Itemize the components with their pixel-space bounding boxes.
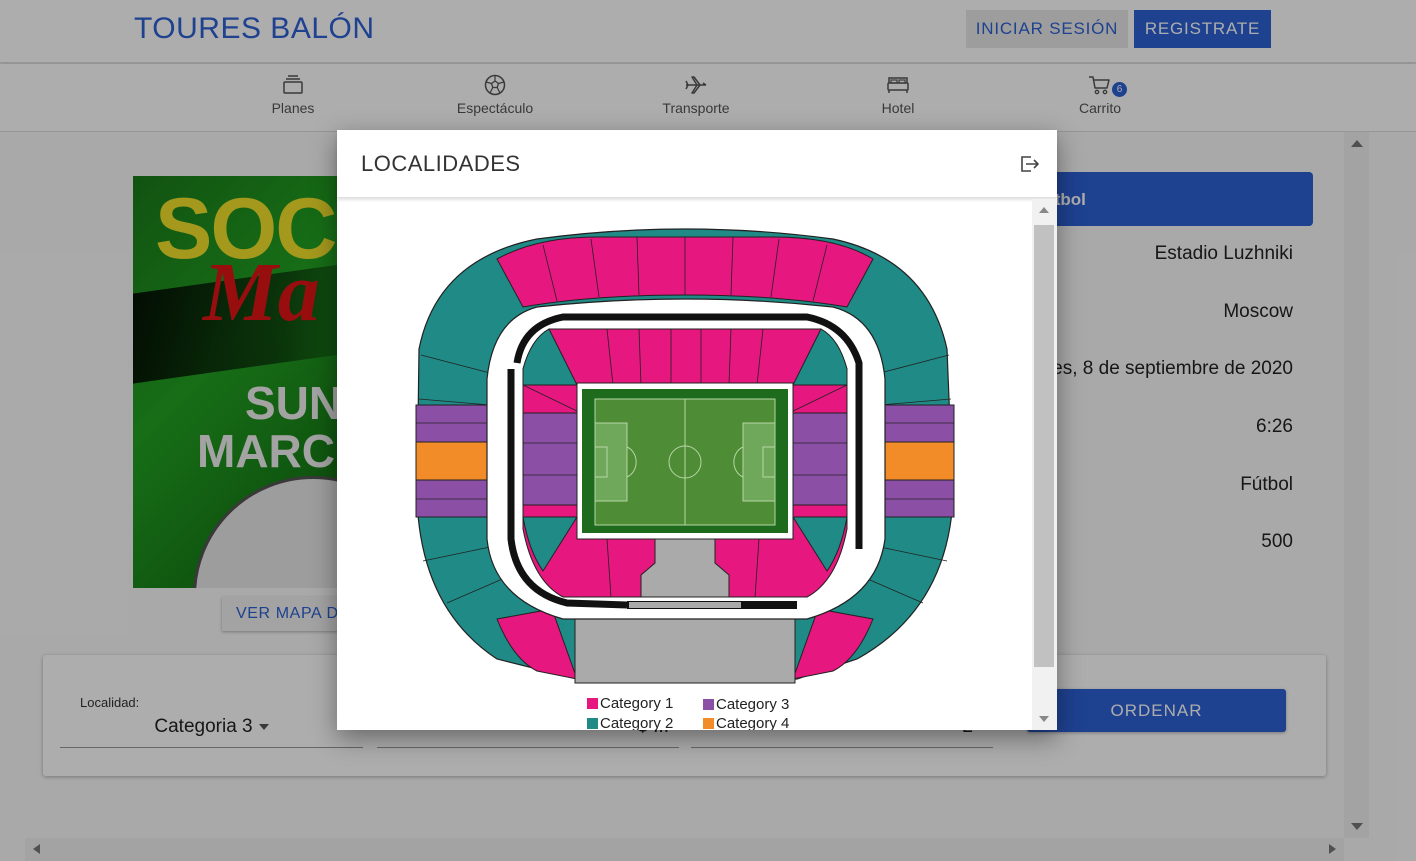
exit-icon[interactable] [1017,152,1041,176]
legend-category-4: Category 4 [703,715,789,730]
dialog-body: Category 1 Category 3 Category 2 Categor… [337,199,1032,730]
dialog-title: LOCALIDADES [361,151,521,176]
stadium-seating-map [415,228,955,684]
legend-category-1: Category 1 [587,695,673,712]
legend-label: Category 1 [600,695,674,712]
scrollbar-thumb[interactable] [1034,225,1054,667]
legend-label: Category 4 [716,715,790,730]
scroll-up-icon[interactable] [1039,207,1049,213]
localities-dialog: LOCALIDADES Category 1 Category 3 Catego… [337,130,1057,730]
dialog-scrollbar[interactable] [1032,199,1057,730]
legend-label: Category 2 [600,715,674,730]
legend-swatch [703,718,714,729]
legend-swatch [587,698,598,709]
legend-category-2: Category 2 [587,715,673,730]
dialog-header: LOCALIDADES [337,130,1057,198]
legend-label: Category 3 [716,696,790,713]
scroll-down-icon[interactable] [1039,716,1049,722]
legend-swatch [703,699,714,710]
legend-swatch [587,718,598,729]
legend-category-3: Category 3 [703,696,789,713]
